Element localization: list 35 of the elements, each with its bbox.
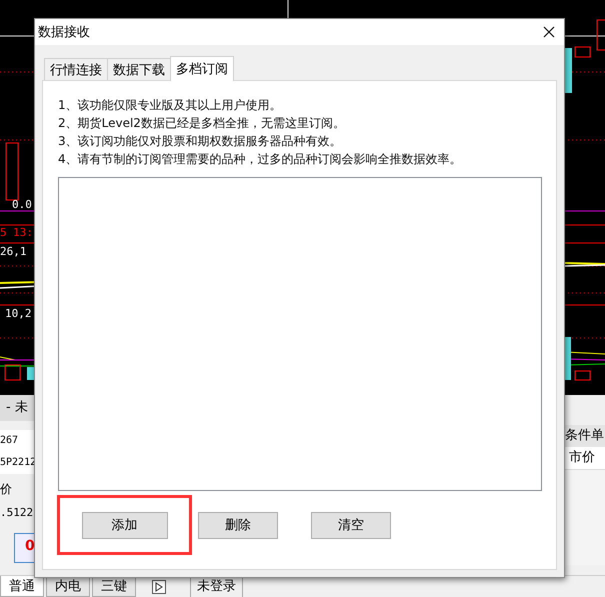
tab[interactable]: 行情连接 (44, 58, 108, 80)
note-text: 1、该功能仅限专业版及其以上用户使用。 (58, 97, 283, 113)
action-button[interactable]: 清空 (311, 512, 391, 538)
note-text: 4、请有节制的订阅管理需要的品种，过多的品种订阅会影响全推数据效率。 (58, 151, 463, 167)
table-cell: 市价 (565, 447, 605, 470)
close-icon (543, 26, 555, 38)
action-button[interactable]: 删除 (198, 512, 278, 538)
candle (574, 46, 590, 58)
volume-bar (574, 370, 590, 380)
window-title: 数据接收 (38, 24, 90, 41)
chart-label: 10,2 (5, 307, 32, 321)
next-icon[interactable] (152, 580, 166, 594)
volume-bar (565, 337, 571, 380)
chart-label: 0.0 (12, 198, 32, 212)
candle (596, 20, 605, 50)
volume-bar (4, 364, 20, 380)
volume-bar (27, 367, 34, 380)
price-button[interactable]: 0 (14, 533, 36, 563)
input-field[interactable]: 267 (0, 430, 34, 452)
chart-label: 26,1 (0, 245, 26, 259)
bottom-tab[interactable]: 普通 (0, 576, 44, 597)
candle (565, 48, 572, 93)
note-text: 3、该订阅功能仅对股票和期权数据服务器品种有效。 (58, 133, 343, 149)
panel-tab[interactable]: 条件单 (565, 425, 605, 447)
bottom-tab[interactable]: 三键 (92, 576, 136, 597)
candle (6, 142, 18, 200)
tab[interactable]: 多档订阅 (170, 56, 234, 81)
chart-label: 13: (13, 226, 33, 240)
panel-title: - 未 (0, 395, 34, 421)
chart-label: 5 (0, 226, 7, 240)
bottom-tab[interactable]: 内电 (46, 576, 90, 597)
price-label: 价 (0, 481, 13, 498)
price-value: .5122 (0, 505, 34, 521)
action-button[interactable]: 添加 (82, 512, 168, 538)
note-text: 2、期货Level2数据已经是多档全推，无需这里订阅。 (58, 115, 346, 131)
